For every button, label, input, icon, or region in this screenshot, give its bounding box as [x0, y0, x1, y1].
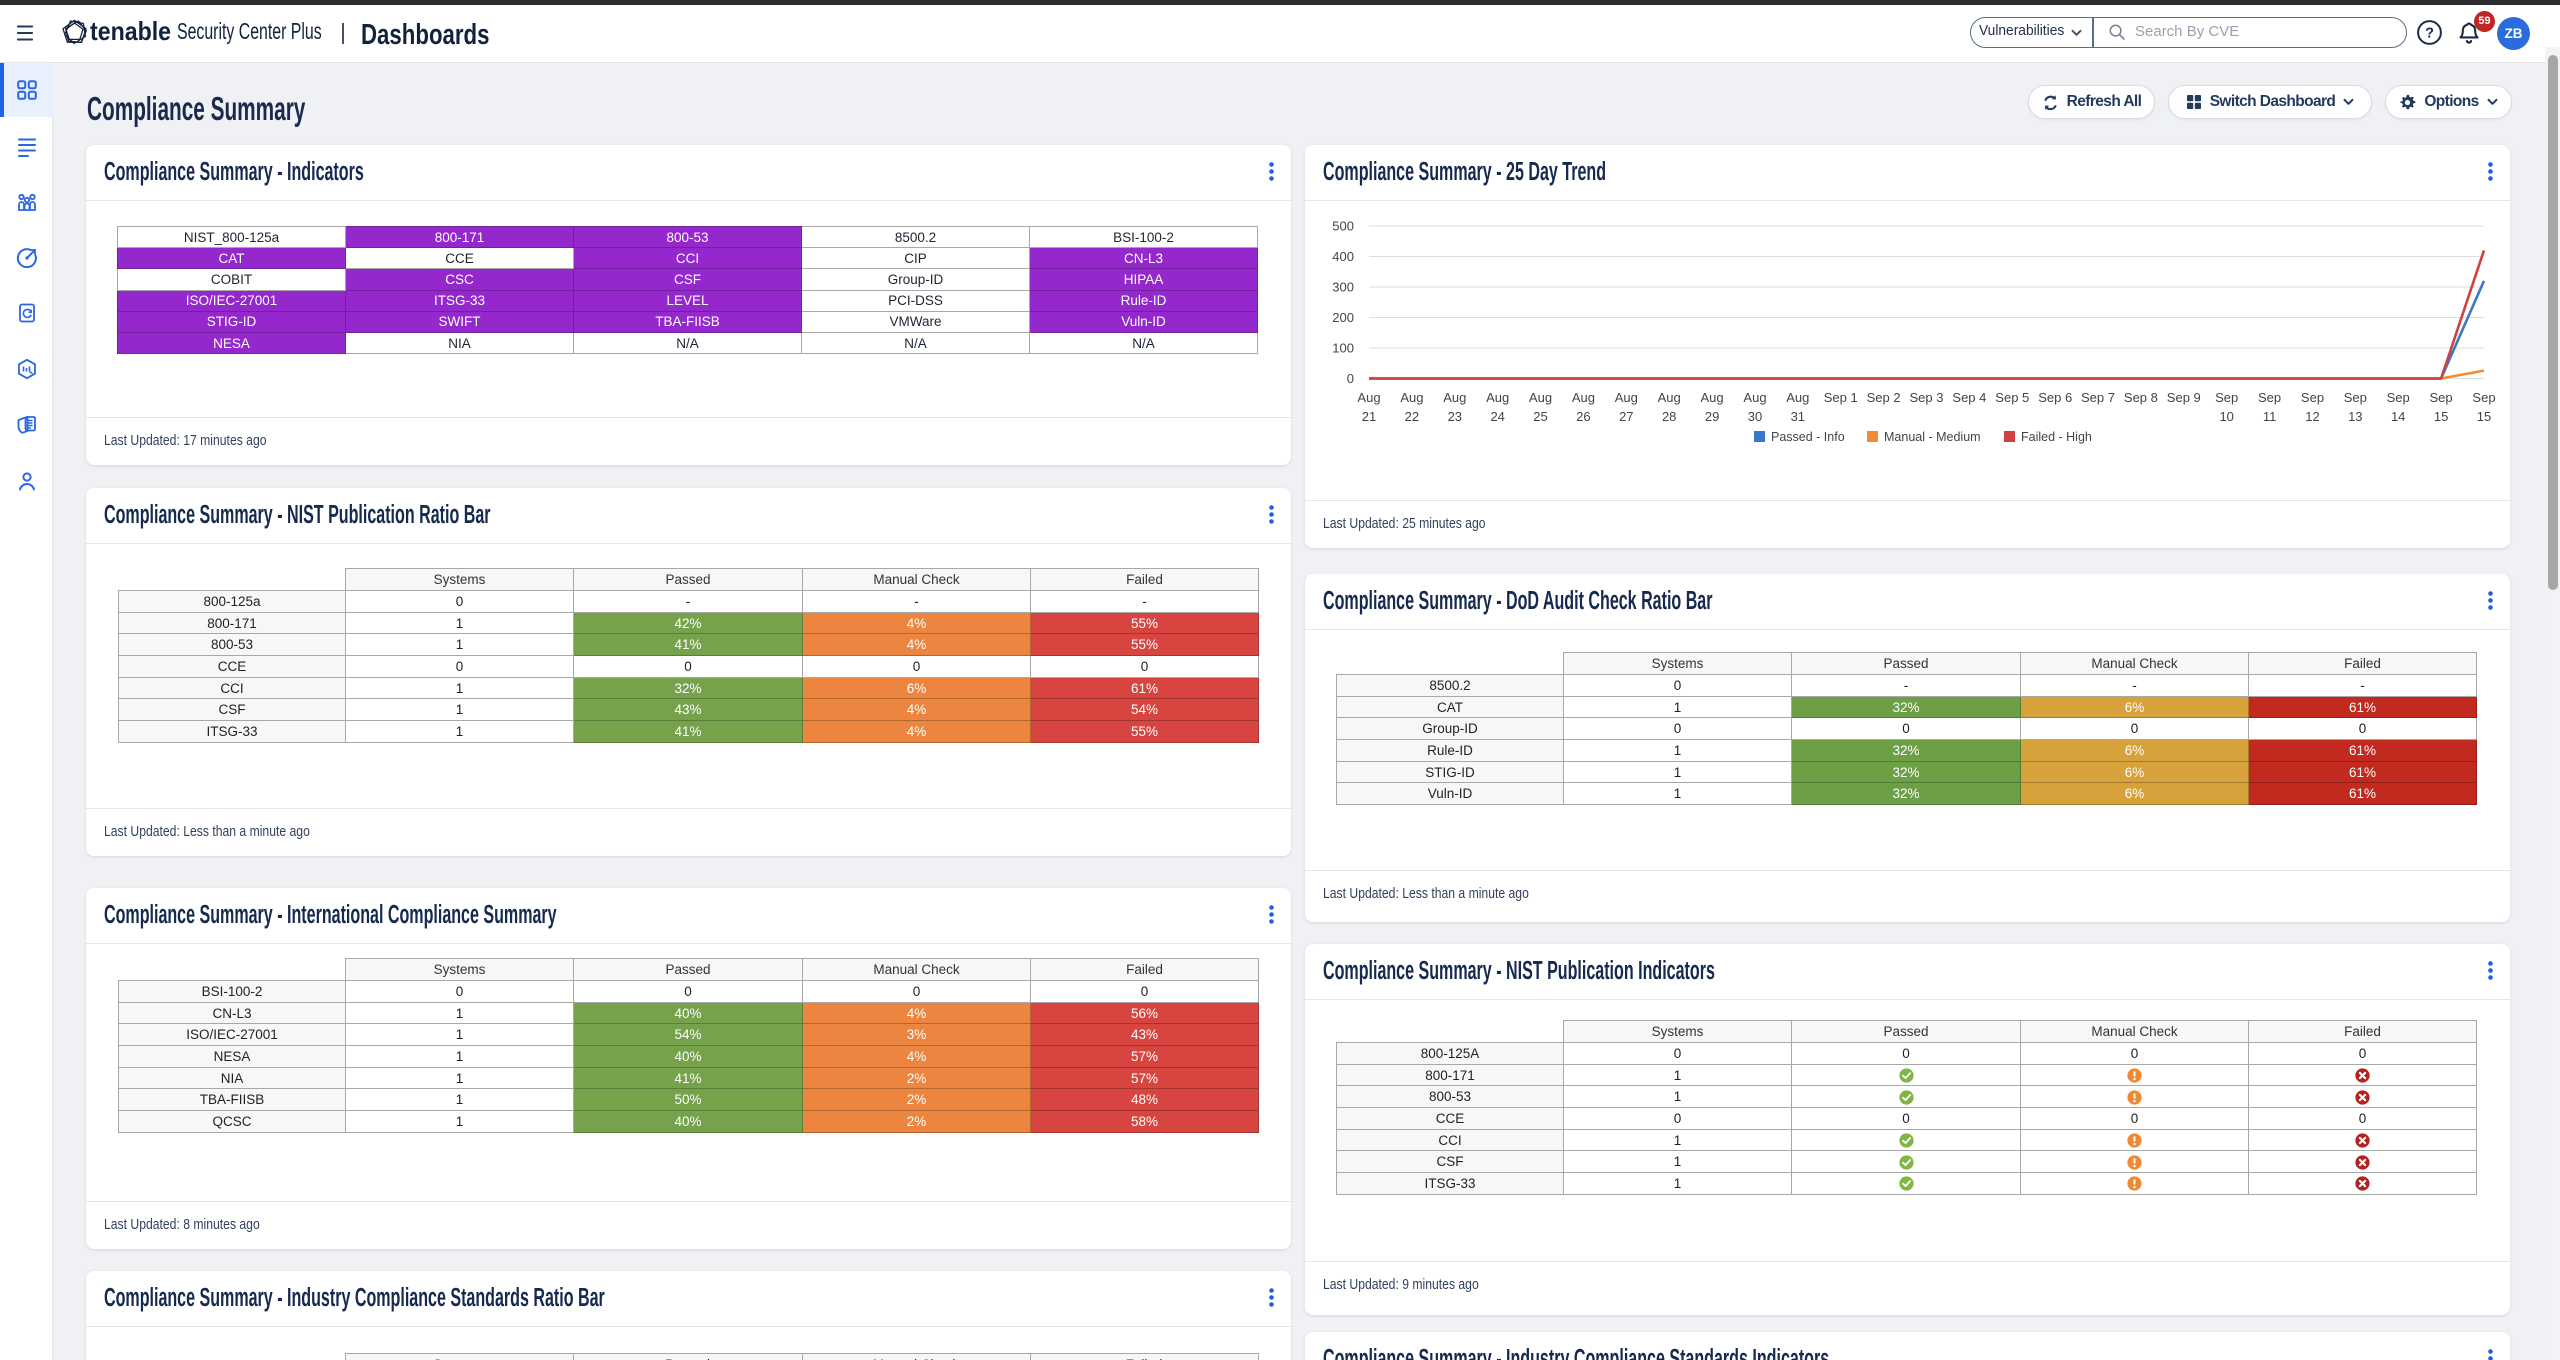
svg-text:31: 31	[1791, 409, 1805, 424]
svg-text:Sep 4: Sep 4	[1952, 390, 1986, 405]
svg-text:Sep 9: Sep 9	[2167, 390, 2201, 405]
svg-text:500: 500	[1332, 219, 1354, 234]
svg-text:Failed - High: Failed - High	[2021, 430, 2092, 444]
svg-text:Sep 1: Sep 1	[1824, 390, 1858, 405]
svg-text:Aug: Aug	[1743, 390, 1766, 405]
svg-text:Sep 7: Sep 7	[2081, 390, 2115, 405]
svg-text:Sep 6: Sep 6	[2038, 390, 2072, 405]
svg-text:Sep: Sep	[2258, 390, 2281, 405]
svg-text:23: 23	[1448, 409, 1462, 424]
svg-text:26: 26	[1576, 409, 1590, 424]
svg-text:29: 29	[1705, 409, 1719, 424]
svg-text:Aug: Aug	[1615, 390, 1638, 405]
svg-text:200: 200	[1332, 310, 1354, 325]
svg-text:Sep: Sep	[2301, 390, 2324, 405]
svg-text:Aug: Aug	[1443, 390, 1466, 405]
svg-text:30: 30	[1748, 409, 1762, 424]
svg-text:Aug: Aug	[1486, 390, 1509, 405]
svg-text:100: 100	[1332, 341, 1354, 356]
svg-text:11: 11	[2263, 409, 2277, 424]
svg-text:Sep: Sep	[2344, 390, 2367, 405]
svg-text:Sep: Sep	[2387, 390, 2410, 405]
svg-text:Sep 5: Sep 5	[1995, 390, 2029, 405]
svg-text:0: 0	[1347, 371, 1354, 386]
svg-text:400: 400	[1332, 249, 1354, 264]
svg-text:Sep 8: Sep 8	[2124, 390, 2158, 405]
svg-text:Aug: Aug	[1529, 390, 1552, 405]
svg-text:Aug: Aug	[1572, 390, 1595, 405]
svg-text:22: 22	[1405, 409, 1419, 424]
svg-text:Aug: Aug	[1658, 390, 1681, 405]
svg-text:12: 12	[2305, 409, 2319, 424]
svg-text:15: 15	[2477, 409, 2491, 424]
svg-text:?: ?	[2425, 26, 2434, 42]
svg-text:24: 24	[1490, 409, 1504, 424]
svg-text:14: 14	[2391, 409, 2405, 424]
svg-text:Aug: Aug	[1400, 390, 1423, 405]
svg-text:Sep: Sep	[2472, 390, 2495, 405]
svg-text:Sep: Sep	[2430, 390, 2453, 405]
svg-text:Aug: Aug	[1701, 390, 1724, 405]
svg-text:27: 27	[1619, 409, 1633, 424]
svg-text:Sep 2: Sep 2	[1867, 390, 1901, 405]
svg-text:25: 25	[1533, 409, 1547, 424]
svg-text:Aug: Aug	[1786, 390, 1809, 405]
svg-text:13: 13	[2348, 409, 2362, 424]
svg-text:Manual - Medium: Manual - Medium	[1884, 430, 1981, 444]
svg-text:Passed - Info: Passed - Info	[1771, 430, 1845, 444]
svg-text:15: 15	[2434, 409, 2448, 424]
svg-text:Aug: Aug	[1357, 390, 1380, 405]
svg-text:28: 28	[1662, 409, 1676, 424]
svg-text:300: 300	[1332, 280, 1354, 295]
svg-text:21: 21	[1362, 409, 1376, 424]
svg-text:10: 10	[2219, 409, 2233, 424]
svg-text:Sep: Sep	[2215, 390, 2238, 405]
svg-text:Sep 3: Sep 3	[1910, 390, 1944, 405]
